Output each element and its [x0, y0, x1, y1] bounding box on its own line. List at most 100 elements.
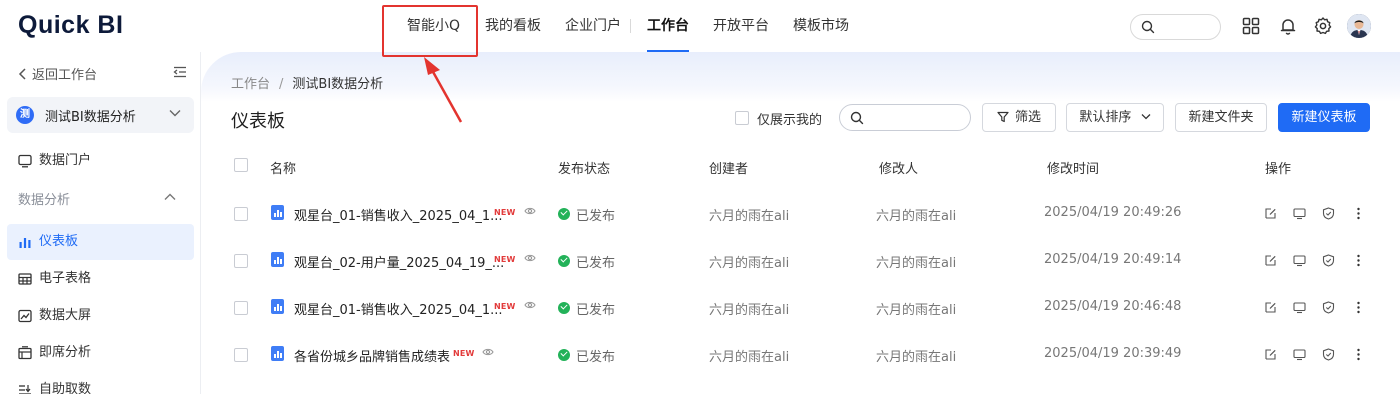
table-row[interactable]: 观星台_01-销售收入_2025_04_1... NEW 已发布 六月的雨在al… — [201, 285, 1400, 332]
settings-gear-icon[interactable] — [1313, 16, 1333, 36]
edit-icon[interactable] — [1264, 301, 1277, 314]
new-badge: NEW — [453, 349, 475, 358]
sidebar-group-data-analysis[interactable]: 数据分析 — [18, 189, 70, 208]
published-check-icon — [558, 302, 570, 314]
sidebar-item-big-screen[interactable]: 数据大屏 — [7, 298, 194, 334]
sidebar-item-label: 自助取数 — [39, 382, 92, 394]
dashboard-file-icon — [271, 252, 284, 267]
sidebar-item-self-service-fetch[interactable]: 自助取数 — [7, 372, 194, 394]
sidebar-item-label: 电子表格 — [39, 271, 92, 286]
sidebar-item-label: 数据大屏 — [39, 308, 92, 323]
row-checkbox[interactable] — [234, 301, 248, 315]
published-check-icon — [558, 255, 570, 267]
nav-template-market[interactable]: 模板市场 — [793, 0, 849, 52]
sidebar-item-adhoc-analysis[interactable]: 即席分析 — [7, 335, 194, 371]
status-badge: 已发布 — [558, 346, 615, 365]
modified-time: 2025/04/19 20:39:49 — [1044, 346, 1182, 361]
filter-label: 筛选 — [1014, 110, 1041, 125]
published-check-icon — [558, 208, 570, 220]
breadcrumb: 工作台 / 测试BI数据分析 — [231, 73, 383, 92]
shield-icon[interactable] — [1322, 254, 1335, 267]
search-icon — [850, 111, 864, 125]
bell-icon[interactable] — [1278, 16, 1298, 36]
status-label: 已发布 — [576, 303, 616, 318]
eye-icon[interactable] — [524, 206, 536, 216]
user-avatar[interactable] — [1347, 14, 1371, 38]
line-chart-icon — [18, 309, 32, 323]
row-checkbox[interactable] — [234, 207, 248, 221]
new-dashboard-button[interactable]: 新建仪表板 — [1278, 103, 1370, 132]
workspace-badge: 测 — [16, 106, 34, 124]
breadcrumb-current: 测试BI数据分析 — [292, 77, 384, 92]
eye-icon[interactable] — [524, 253, 536, 263]
quick-bi-logo[interactable]: Quick BI — [18, 11, 123, 40]
row-checkbox[interactable] — [234, 348, 248, 362]
dashboard-name[interactable]: 观星台_02-用户量_2025_04_19_... — [294, 252, 504, 271]
fetch-data-icon — [19, 385, 31, 394]
shield-icon[interactable] — [1322, 348, 1335, 361]
dashboard-name[interactable]: 各省份城乡品牌销售成绩表 — [294, 346, 450, 365]
new-folder-button[interactable]: 新建文件夹 — [1175, 103, 1267, 132]
edit-icon[interactable] — [1264, 348, 1277, 361]
more-options-icon[interactable] — [1352, 301, 1365, 314]
global-search-input[interactable] — [1130, 14, 1221, 40]
sidebar-item-dashboard[interactable]: 仪表板 — [7, 224, 194, 260]
shield-icon[interactable] — [1322, 301, 1335, 314]
only-mine-label: 仅展示我的 — [757, 113, 823, 128]
dashboard-file-icon — [271, 346, 284, 361]
only-mine-checkbox[interactable] — [735, 111, 749, 125]
modifier-name: 六月的雨在ali — [876, 350, 957, 365]
monitor-icon — [18, 154, 32, 168]
status-badge: 已发布 — [558, 252, 615, 271]
eye-icon[interactable] — [524, 300, 536, 310]
back-to-workbench-link[interactable]: 返回工作台 — [18, 64, 97, 83]
dashboard-search-input[interactable] — [839, 104, 971, 131]
collapse-sidebar-icon[interactable] — [173, 66, 187, 78]
sidebar: 返回工作台 测 测试BI数据分析 数据门户 数据分析 仪表板 电子表格 数据大屏… — [0, 52, 201, 394]
select-all-checkbox[interactable] — [234, 158, 248, 172]
column-header-actions: 操作 — [1265, 162, 1292, 177]
preview-monitor-icon[interactable] — [1293, 348, 1306, 361]
eye-icon[interactable] — [482, 347, 494, 357]
breadcrumb-root[interactable]: 工作台 — [231, 77, 270, 92]
preview-monitor-icon[interactable] — [1293, 254, 1306, 267]
workspace-selector[interactable]: 测 测试BI数据分析 — [7, 97, 194, 133]
preview-monitor-icon[interactable] — [1293, 301, 1306, 314]
nav-enterprise-portal[interactable]: 企业门户 — [565, 0, 621, 52]
adhoc-table-icon — [18, 346, 32, 360]
creator-name: 六月的雨在ali — [709, 350, 790, 365]
apps-grid-icon[interactable] — [1241, 16, 1261, 36]
column-header-name: 名称 — [270, 162, 297, 177]
chevron-up-icon[interactable] — [164, 193, 176, 201]
dashboard-name[interactable]: 观星台_01-销售收入_2025_04_1... — [294, 205, 503, 224]
more-options-icon[interactable] — [1352, 207, 1365, 220]
dashboard-name[interactable]: 观星台_01-销售收入_2025_04_1... — [294, 299, 503, 318]
sidebar-item-data-portal[interactable]: 数据门户 — [7, 143, 194, 179]
preview-monitor-icon[interactable] — [1293, 207, 1306, 220]
new-badge: NEW — [494, 208, 516, 217]
nav-workbench[interactable]: 工作台 — [643, 0, 693, 52]
more-options-icon[interactable] — [1352, 254, 1365, 267]
modified-time: 2025/04/19 20:49:14 — [1044, 252, 1182, 267]
only-mine-toggle[interactable]: 仅展示我的 — [735, 109, 822, 128]
nav-my-boards[interactable]: 我的看板 — [485, 0, 541, 52]
bar-chart-icon — [19, 238, 31, 248]
main-content: 工作台 / 测试BI数据分析 仪表板 仅展示我的 筛选 默认排序 新建文件夹 新建仪… — [201, 52, 1400, 394]
back-label: 返回工作台 — [32, 68, 98, 83]
modifier-name: 六月的雨在ali — [876, 256, 957, 271]
sidebar-item-spreadsheet[interactable]: 电子表格 — [7, 261, 194, 297]
filter-button[interactable]: 筛选 — [982, 103, 1056, 132]
more-options-icon[interactable] — [1352, 348, 1365, 361]
workspace-name: 测试BI数据分析 — [45, 110, 136, 125]
table-row[interactable]: 观星台_01-销售收入_2025_04_1... NEW 已发布 六月的雨在al… — [201, 191, 1400, 238]
table-row[interactable]: 各省份城乡品牌销售成绩表 NEW 已发布 六月的雨在ali 六月的雨在ali 2… — [201, 332, 1400, 379]
nav-open-platform[interactable]: 开放平台 — [713, 0, 769, 52]
edit-icon[interactable] — [1264, 254, 1277, 267]
shield-icon[interactable] — [1322, 207, 1335, 220]
table-row[interactable]: 观星台_02-用户量_2025_04_19_... NEW 已发布 六月的雨在a… — [201, 238, 1400, 285]
edit-icon[interactable] — [1264, 207, 1277, 220]
sort-dropdown[interactable]: 默认排序 — [1066, 103, 1164, 132]
row-checkbox[interactable] — [234, 254, 248, 268]
sort-label: 默认排序 — [1079, 110, 1132, 125]
column-header-creator: 创建者 — [709, 162, 749, 177]
